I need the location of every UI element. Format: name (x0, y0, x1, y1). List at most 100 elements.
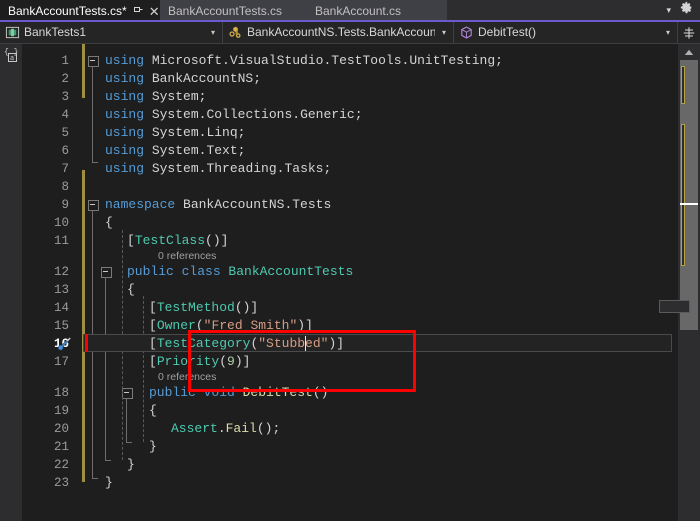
line-number: 3 (61, 90, 69, 104)
code-block-glyph: { } a (4, 48, 18, 63)
code-line[interactable]: 15 [Owner("Fred Smith")] (22, 317, 678, 335)
tab-label: BankAccountTests.cs (168, 4, 283, 18)
tab-overflow-chevron-icon[interactable]: ▾ (666, 5, 671, 16)
code-token: using (105, 125, 152, 140)
code-line-text: namespace BankAccountNS.Tests (105, 196, 331, 214)
code-line[interactable]: 17 [Priority(9)] (22, 353, 678, 371)
code-line[interactable]: 4 using System.Collections.Generic; (22, 106, 678, 124)
code-line[interactable]: 10 { (22, 214, 678, 232)
code-line[interactable]: 21} (22, 438, 678, 456)
code-token: [ (149, 300, 157, 315)
code-line[interactable]: 2 using BankAccountNS; (22, 70, 678, 88)
code-token: Linq (206, 125, 238, 140)
class-icon (228, 25, 243, 40)
code-line[interactable]: 12 public class BankAccountTests (22, 263, 678, 281)
code-token: using (105, 161, 152, 176)
line-number: 12 (53, 265, 69, 279)
code-token: Tasks (284, 161, 324, 176)
code-token: ( (219, 354, 228, 369)
editor-tab-bankaccounttests[interactable]: BankAccountTests.cs (160, 0, 307, 22)
pin-tab-icon[interactable] (133, 5, 143, 17)
code-block-icon: { } a (4, 47, 19, 63)
code-line[interactable]: 7 using System.Threading.Tasks; (22, 160, 678, 178)
close-tab-icon[interactable]: ✕ (149, 5, 160, 18)
codelens-reference-count[interactable]: 0 references (158, 250, 216, 263)
member-dropdown-label: DebitTest() (478, 25, 537, 39)
code-token: [ (149, 354, 157, 369)
project-dropdown-label: BankTests1 (24, 25, 87, 39)
code-token: ( (195, 318, 204, 333)
chevron-down-icon[interactable]: ▾ (666, 28, 670, 37)
line-number: 22 (53, 458, 69, 472)
code-text-area[interactable]: 1 using Microsoft.VisualStudio.TestTools.… (22, 44, 678, 521)
code-line-text: [TestCategory("Stubbed")] (149, 335, 344, 353)
code-token: using (105, 53, 152, 68)
tab-label: BankAccountTests.cs* (8, 4, 127, 18)
scrollbar-track[interactable] (659, 60, 698, 505)
line-number: 23 (53, 476, 69, 490)
code-editor[interactable]: { } a 1 using Microsoft.VisualStudio.Tes… (0, 44, 700, 521)
code-line[interactable]: 18 public void DebitTest() (22, 384, 678, 402)
code-token: . (292, 107, 301, 122)
code-line[interactable]: 20 Assert.Fail(); (22, 420, 678, 438)
code-token: { (127, 282, 135, 297)
type-dropdown[interactable]: BankAccountNS.Tests.BankAccount ▾ (223, 22, 454, 43)
code-line-text: } (149, 438, 157, 456)
tab-strip-controls: ▾ (656, 0, 700, 20)
code-token: Microsoft (151, 53, 223, 68)
code-line[interactable]: 14 [TestMethod()] (22, 299, 678, 317)
code-token: () (312, 385, 329, 400)
code-token: using (105, 143, 152, 158)
line-number: 9 (61, 198, 69, 212)
code-line[interactable]: 16 [TestCategory("Stubbed")] (22, 335, 678, 353)
line-number: 20 (53, 422, 69, 436)
code-token: "Fred Smith" (203, 318, 298, 333)
code-line[interactable]: 9 namespace BankAccountNS.Tests (22, 196, 678, 214)
code-token: ()] (205, 233, 229, 248)
code-line[interactable]: 23} (22, 474, 678, 492)
code-line-text: Assert.Fail(); (171, 420, 280, 438)
code-token: System (151, 107, 199, 122)
code-token: using (105, 89, 152, 104)
vertical-scrollbar[interactable] (659, 44, 700, 521)
member-dropdown[interactable]: DebitTest() ▾ (454, 22, 678, 43)
code-line[interactable]: 6 using System.Text; (22, 142, 678, 160)
line-number: 14 (53, 301, 69, 315)
code-line[interactable]: 8 (22, 178, 678, 196)
code-token: [ (149, 318, 157, 333)
code-token: } (105, 475, 113, 490)
method-icon (459, 25, 474, 40)
code-line[interactable]: 22} (22, 456, 678, 474)
scrollbar-change-mark (681, 124, 685, 266)
line-number: 6 (61, 144, 69, 158)
line-number: 8 (61, 180, 69, 194)
code-token: Generic (300, 107, 355, 122)
line-number: 7 (61, 162, 69, 176)
split-window-button[interactable] (678, 22, 700, 43)
code-line[interactable]: 11 [TestClass()] (22, 232, 678, 250)
scrollbar-annotation-box (659, 300, 690, 313)
code-token: Owner (156, 318, 196, 333)
chevron-down-icon[interactable]: ▾ (211, 28, 215, 37)
code-line[interactable]: 5 using System.Linq; (22, 124, 678, 142)
scroll-up-button[interactable] (678, 44, 700, 60)
code-line[interactable]: 19 { (22, 402, 678, 420)
code-line-text: [TestMethod()] (149, 299, 258, 317)
code-line[interactable]: 1 using Microsoft.VisualStudio.TestTools.… (22, 52, 678, 70)
chevron-down-icon[interactable]: ▾ (442, 28, 446, 37)
code-line-text: using BankAccountNS; (105, 70, 261, 88)
indicator-margin[interactable] (0, 44, 22, 521)
code-token: Collections (206, 107, 293, 122)
editor-tab-bankaccount[interactable]: BankAccount.cs (307, 0, 447, 22)
code-token: )] (234, 354, 251, 369)
code-line[interactable]: 13 { (22, 281, 678, 299)
code-line-text: public class BankAccountTests (127, 263, 353, 281)
code-line[interactable]: 3 using System; (22, 88, 678, 106)
code-line-text: using System; (105, 88, 206, 106)
project-dropdown[interactable]: BankTests1 ▾ (0, 22, 223, 43)
code-token: . (222, 53, 230, 68)
codelens-reference-count[interactable]: 0 references (158, 371, 216, 384)
quick-action-screwdriver-icon[interactable] (57, 336, 72, 356)
editor-tab-bankaccounttests-modified[interactable]: BankAccountTests.cs* ✕ (0, 0, 160, 22)
gear-icon[interactable] (680, 1, 693, 19)
